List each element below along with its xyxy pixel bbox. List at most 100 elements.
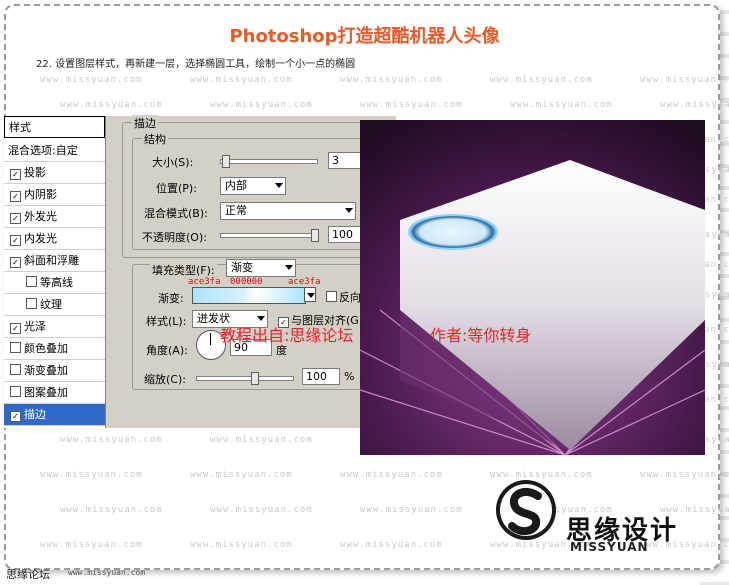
stroke-settings-panel: 描边 结构 大小(S): 3 像素 位置(P): 内部 混合模式(B): 正常 … xyxy=(120,115,396,428)
watermark-text: www.missyuan.com xyxy=(40,75,143,85)
footer-forum-name: 思缘论坛 xyxy=(6,568,50,581)
page-title: Photoshop打造超酷机器人头像 xyxy=(229,26,500,47)
position-label: 位置(P): xyxy=(156,182,197,195)
step-description: 22. 设置图层样式，再新建一层，选择椭圆工具，绘制一个小一点的椭圆 xyxy=(36,59,356,70)
style-item[interactable]: ✓ 描边 xyxy=(4,404,105,426)
gradient-dropdown[interactable] xyxy=(304,287,316,302)
style-item[interactable]: ✓ 光泽 xyxy=(4,316,105,338)
checkbox-icon[interactable] xyxy=(26,276,37,287)
style-item-label: 外发光 xyxy=(24,210,57,223)
size-slider-thumb[interactable] xyxy=(221,155,230,168)
watermark-text: www.missyuan.com xyxy=(340,540,443,550)
position-select[interactable]: 内部 xyxy=(220,177,286,195)
style-item-label: 内发光 xyxy=(24,232,57,245)
watermark-text: www.missyuan.com xyxy=(490,75,593,85)
chevron-down-icon xyxy=(257,316,265,321)
logo-subtext: MISSYUAN xyxy=(570,540,649,554)
chevron-down-icon xyxy=(285,265,293,270)
scale-input[interactable]: 100 xyxy=(302,368,340,385)
gradient-hint-mid: 000000 xyxy=(230,277,263,287)
style-item[interactable]: ✓ 内阴影 xyxy=(4,184,105,206)
blend-mode-value: 正常 xyxy=(225,204,247,217)
watermark-text: www.missyuan.com xyxy=(660,100,729,110)
style-item-label: 投影 xyxy=(24,166,46,179)
blend-options-item[interactable]: 混合选项:自定 xyxy=(4,140,105,162)
opacity-slider-thumb[interactable] xyxy=(311,229,319,242)
gradient-hint-left: ace3fa xyxy=(188,277,221,287)
structure-title: 结构 xyxy=(142,131,168,147)
chevron-down-icon xyxy=(275,183,283,188)
checkmark-icon[interactable]: ✓ xyxy=(10,213,21,224)
watermark-text: www.missyuan.com xyxy=(190,470,293,480)
blend-options-label: 混合选项:自定 xyxy=(8,144,78,157)
fill-type-label: 填充类型(F): xyxy=(150,262,217,278)
style-item-label: 颜色叠加 xyxy=(24,342,68,355)
watermark-text: www.missyuan.com xyxy=(640,75,729,85)
watermark-text: www.missyuan.com xyxy=(40,470,143,480)
checkmark-icon[interactable]: ✓ xyxy=(10,235,21,246)
checkmark-icon[interactable]: ✓ xyxy=(10,169,21,180)
fill-type-select[interactable]: 渐变 xyxy=(226,259,296,277)
watermark-text: www.missyuan.com xyxy=(210,505,313,515)
style-item[interactable]: 颜色叠加 xyxy=(4,338,105,360)
checkbox-icon[interactable] xyxy=(10,364,21,375)
style-item[interactable]: 渐变叠加 xyxy=(4,360,105,382)
style-item[interactable]: 纹理 xyxy=(4,294,105,316)
styles-header-label: 样式 xyxy=(9,121,31,134)
scale-slider-thumb[interactable] xyxy=(251,372,259,385)
style-item[interactable]: ✓ 外发光 xyxy=(4,206,105,228)
watermark-text: www.missyuan.com xyxy=(360,505,463,515)
style-item[interactable]: ✓ 投影 xyxy=(4,162,105,184)
watermark-text: www.missyuan.com xyxy=(210,435,313,445)
styles-header[interactable]: 样式 xyxy=(4,116,105,138)
scale-label: 缩放(C): xyxy=(144,373,186,386)
style-list-panel: 样式 混合选项:自定 ✓ 投影 ✓ 内阴影 ✓ 外发光 ✓ 内发光 ✓ 斜面和浮雕 等高线 纹理 ✓ 光泽… xyxy=(4,116,106,428)
blend-mode-label: 混合模式(B): xyxy=(144,207,208,220)
position-value: 内部 xyxy=(225,179,247,192)
style-item[interactable]: 图案叠加 xyxy=(4,382,105,404)
style-item[interactable]: ✓ 斜面和浮雕 xyxy=(4,250,105,272)
watermark-text: www.missyuan.com xyxy=(340,470,443,480)
checkbox-icon xyxy=(326,291,337,302)
author-credit: 作者:等你转身 xyxy=(430,326,532,345)
size-slider[interactable] xyxy=(220,155,318,168)
opacity-label: 不透明度(O): xyxy=(142,231,207,244)
checkmark-icon[interactable]: ✓ xyxy=(10,323,21,334)
blend-mode-select[interactable]: 正常 xyxy=(220,202,356,220)
gradient-swatch[interactable] xyxy=(192,287,306,304)
logo-icon xyxy=(496,480,556,540)
checkmark-icon[interactable]: ✓ xyxy=(10,257,21,268)
style-item[interactable]: ✓ 内发光 xyxy=(4,228,105,250)
watermark-text: www.missyuan.com xyxy=(60,100,163,110)
watermark-text: www.missyuan.com xyxy=(40,540,143,550)
style-item[interactable]: 等高线 xyxy=(4,272,105,294)
style-item-label: 图案叠加 xyxy=(24,386,68,399)
missyuan-logo xyxy=(494,478,558,542)
scale-slider[interactable] xyxy=(196,372,294,385)
chevron-down-icon xyxy=(307,293,315,298)
gradient-hint-right: ace3fa xyxy=(288,277,321,287)
style-label: 样式(L): xyxy=(146,315,187,328)
watermark-text: www.missyuan.com xyxy=(190,75,293,85)
style-item-label: 光泽 xyxy=(24,320,46,333)
watermark-text: www.missyuan.com xyxy=(60,435,163,445)
watermark-text: www.missyuan.com xyxy=(60,505,163,515)
checkbox-icon[interactable] xyxy=(10,386,21,397)
watermark-text: www.missyuan.com xyxy=(360,100,463,110)
checkmark-icon[interactable]: ✓ xyxy=(10,191,21,202)
watermark-text: www.missyuan.com xyxy=(210,100,313,110)
watermark-text: www.missyuan.com xyxy=(340,75,443,85)
checkbox-icon[interactable] xyxy=(26,298,37,309)
style-item-label: 纹理 xyxy=(40,298,62,311)
checkmark-icon[interactable]: ✓ xyxy=(10,411,21,422)
watermark-text: www.missyuan.com xyxy=(640,470,729,480)
robot-preview-image xyxy=(360,120,705,455)
checkbox-icon[interactable] xyxy=(10,342,21,353)
tutorial-credit: 教程出自:思缘论坛 xyxy=(220,326,354,345)
angle-needle xyxy=(210,333,211,345)
footer-url: www.missyuan.com xyxy=(68,568,146,577)
opacity-slider[interactable] xyxy=(220,229,319,242)
chevron-down-icon xyxy=(345,208,353,213)
preview-art xyxy=(360,120,705,455)
angle-label: 角度(A): xyxy=(146,344,188,357)
